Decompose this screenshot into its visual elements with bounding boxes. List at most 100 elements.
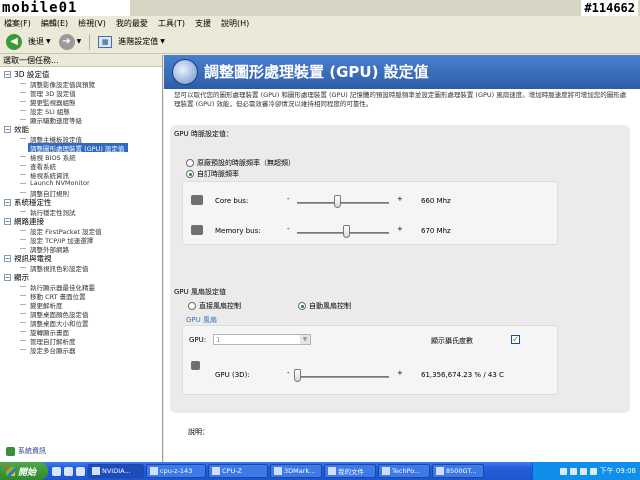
- radio-custom-clock[interactable]: 自訂時脈頻率: [186, 169, 239, 179]
- quick-launch-icon[interactable]: [52, 466, 61, 476]
- back-arrow-icon[interactable]: ◀: [6, 33, 22, 50]
- tree-item[interactable]: 管理 3D 設定值: [4, 88, 162, 97]
- core-bus-icon: [191, 195, 203, 205]
- core-bus-value: 660 Mhz: [421, 197, 451, 205]
- task-button[interactable]: 3DMark...: [270, 464, 322, 478]
- core-bus-slider-track[interactable]: [297, 202, 389, 204]
- category-3d[interactable]: −3D 設定值: [4, 69, 162, 79]
- category-stability[interactable]: − 系統穩定性: [4, 197, 162, 207]
- tree-item[interactable]: 查看系統: [4, 161, 162, 170]
- category-network[interactable]: − 網路連接: [4, 216, 162, 226]
- folder-icon: [328, 467, 336, 475]
- tree-item[interactable]: 調整視訊色彩設定值: [4, 263, 162, 272]
- tree-item[interactable]: 旋轉顯示畫面: [4, 327, 162, 336]
- core-bus-slider-thumb[interactable]: [334, 195, 342, 208]
- quick-launch-icon[interactable]: [64, 466, 73, 476]
- advanced-dropdown-icon[interactable]: ▼: [160, 38, 165, 45]
- task-button[interactable]: TechPo...: [378, 464, 430, 478]
- tree-item[interactable]: 調整影像設定值與預覽: [4, 79, 162, 88]
- tree-item[interactable]: 檢視 BIOS 系統: [4, 152, 162, 161]
- tree-item[interactable]: 設定多台顯示器: [4, 345, 162, 354]
- volume-icon[interactable]: [589, 467, 597, 475]
- menu-support[interactable]: 支援: [195, 18, 211, 29]
- tray-icon[interactable]: [559, 467, 567, 475]
- category-performance[interactable]: − 效能: [4, 124, 162, 134]
- tree-item[interactable]: 設定 FirstPacket 設定值: [4, 226, 162, 235]
- tree-item[interactable]: 調整桌面大小和位置: [4, 318, 162, 327]
- gpu-3d-slider-track[interactable]: [297, 376, 389, 378]
- tree-item[interactable]: 變更解析度: [4, 300, 162, 309]
- back-button[interactable]: 後退: [28, 36, 44, 47]
- memory-bus-plus[interactable]: +: [397, 225, 403, 233]
- quick-launch-icon[interactable]: [76, 466, 85, 476]
- notes-label: 說明：: [188, 428, 209, 436]
- menu-edit[interactable]: 編輯(E): [41, 18, 68, 29]
- clock[interactable]: 下午 09:08: [600, 466, 636, 476]
- radio-auto-fan[interactable]: 自動風扇控制: [298, 301, 351, 311]
- system-info-link[interactable]: 系統資訊: [6, 446, 46, 456]
- menu-tools[interactable]: 工具(T): [158, 18, 185, 29]
- tree-item[interactable]: 執行穩定性測試: [4, 207, 162, 216]
- gpu-3d-minus[interactable]: -: [287, 369, 290, 377]
- radio-direct-fan[interactable]: 直接風扇控制: [188, 301, 241, 311]
- forward-dropdown-icon[interactable]: ▼: [77, 38, 82, 45]
- task-button[interactable]: CPU-Z: [208, 464, 268, 478]
- tray-icon[interactable]: [579, 467, 587, 475]
- tree-item[interactable]: 調整主機板設定值: [4, 134, 162, 143]
- gpu-3d-slider-thumb[interactable]: [294, 369, 301, 382]
- radio-icon[interactable]: [188, 302, 196, 310]
- core-bus-label: Core bus:: [215, 197, 249, 205]
- tree-item[interactable]: 變更監視器組態: [4, 97, 162, 106]
- core-bus-minus[interactable]: -: [287, 195, 290, 203]
- show-celsius-checkbox[interactable]: ✓: [511, 335, 520, 344]
- tree-item-selected[interactable]: 調整圖形處理裝置 (GPU) 設定值: [28, 143, 128, 152]
- category-video-tv[interactable]: − 視訊與電視: [4, 253, 162, 263]
- gpu-select-label: GPU:: [189, 336, 207, 344]
- menu-favorites[interactable]: 我的最愛: [116, 18, 148, 29]
- tree-item[interactable]: 執行顯示器最佳化精靈: [4, 282, 162, 291]
- tree-item[interactable]: 顯示驅動速度等級: [4, 115, 162, 124]
- chevron-down-icon[interactable]: ▼: [300, 335, 310, 344]
- advanced-settings-button[interactable]: 進階設定值: [118, 36, 158, 47]
- radio-icon[interactable]: [186, 159, 194, 167]
- tree-item[interactable]: 調整外部網路: [4, 244, 162, 253]
- tree-item[interactable]: 調整自訂規則: [4, 188, 162, 197]
- radio-selected-icon[interactable]: [186, 170, 194, 178]
- category-display[interactable]: − 顯示: [4, 272, 162, 282]
- menu-view[interactable]: 檢視(V): [78, 18, 106, 29]
- app-icon: [212, 467, 220, 475]
- gpu-select[interactable]: 1 ▼: [213, 334, 311, 345]
- collapse-icon[interactable]: −: [4, 217, 11, 225]
- task-button[interactable]: NVIDIA...: [88, 464, 144, 478]
- back-dropdown-icon[interactable]: ▼: [46, 38, 51, 45]
- forward-arrow-icon[interactable]: ➔: [58, 33, 75, 50]
- tree-item[interactable]: 檢視系統資訊: [4, 170, 162, 179]
- tree-item[interactable]: 移動 CRT 畫面位置: [4, 291, 162, 300]
- collapse-icon[interactable]: −: [4, 70, 11, 78]
- system-info-icon: [6, 446, 15, 456]
- radio-selected-icon[interactable]: [298, 302, 306, 310]
- task-button[interactable]: 8500GT...: [432, 464, 484, 478]
- task-button[interactable]: cpu-z-143: [146, 464, 206, 478]
- menu-help[interactable]: 說明(H): [221, 18, 249, 29]
- task-button[interactable]: 我的文件: [324, 464, 376, 478]
- collapse-icon[interactable]: −: [4, 125, 11, 133]
- tree-item[interactable]: 設定 SLI 組態: [4, 106, 162, 115]
- advanced-settings-icon[interactable]: ▦: [98, 35, 113, 48]
- radio-default-clock[interactable]: 原廠預設的時脈頻率（無超頻）: [186, 158, 295, 168]
- start-button[interactable]: 開始: [0, 462, 48, 480]
- menu-file[interactable]: 檔案(F): [4, 18, 31, 29]
- memory-bus-minus[interactable]: -: [287, 225, 290, 233]
- tree-item[interactable]: 調整桌面顏色設定值: [4, 309, 162, 318]
- memory-bus-slider-thumb[interactable]: [342, 225, 350, 238]
- collapse-icon[interactable]: −: [4, 273, 11, 281]
- tray-icon[interactable]: [569, 467, 577, 475]
- collapse-icon[interactable]: −: [4, 198, 11, 206]
- gpu-3d-plus[interactable]: +: [397, 369, 403, 377]
- tree-item[interactable]: Launch NVMonitor: [4, 179, 162, 188]
- quick-launch: [48, 466, 88, 476]
- tree-item[interactable]: 管理自訂解析度: [4, 336, 162, 345]
- tree-item[interactable]: 設定 TCP/IP 加速選擇: [4, 235, 162, 244]
- collapse-icon[interactable]: −: [4, 254, 11, 262]
- core-bus-plus[interactable]: +: [397, 195, 403, 203]
